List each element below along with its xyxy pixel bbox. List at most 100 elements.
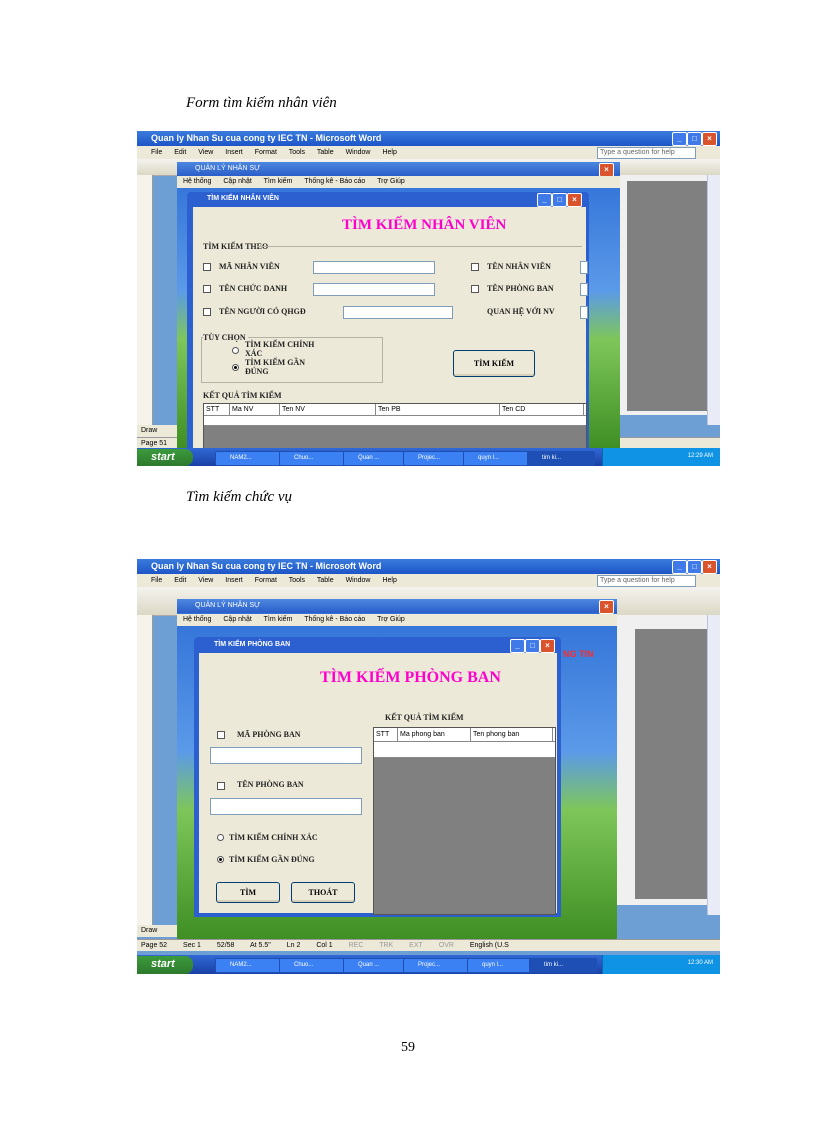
menu-file[interactable]: File (151, 149, 162, 156)
draw-toolbar-label[interactable]: Draw (137, 925, 181, 937)
dialog-minimize-button[interactable]: _ (537, 193, 552, 207)
word-close-button[interactable]: × (702, 560, 717, 574)
app-menu-search[interactable]: Tìm kiếm (264, 616, 293, 623)
taskbar-item[interactable]: Projec... (403, 451, 471, 466)
column-stt[interactable]: STT (204, 404, 230, 415)
label-employee-id: MÃ NHÂN VIÊN (219, 262, 280, 271)
menu-tools[interactable]: Tools (289, 577, 305, 584)
checkbox-department-name[interactable] (217, 782, 225, 790)
column-employee-id[interactable]: Ma NV (230, 404, 280, 415)
taskbar-item[interactable]: Chuo... (279, 451, 347, 466)
dialog-close-button[interactable]: × (540, 639, 555, 653)
search-button[interactable]: TÌM (216, 882, 280, 903)
input-job-title[interactable] (313, 283, 435, 296)
menu-table[interactable]: Table (317, 577, 334, 584)
menu-view[interactable]: View (198, 577, 213, 584)
app-menu-system[interactable]: Hệ thống (183, 178, 211, 185)
menu-help[interactable]: Help (382, 577, 396, 584)
input-department-name[interactable] (580, 283, 588, 296)
radio-exact-search[interactable] (217, 834, 224, 841)
checkbox-department-id[interactable] (217, 731, 225, 739)
taskbar-item[interactable]: quyn l... (463, 451, 531, 466)
dialog-maximize-button[interactable]: □ (552, 193, 567, 207)
column-department-id[interactable]: Ma phong ban (398, 728, 471, 741)
help-search-input[interactable]: Type a question for help (597, 575, 696, 587)
app-menu-search[interactable]: Tìm kiếm (264, 178, 293, 185)
dialog-minimize-button[interactable]: _ (510, 639, 525, 653)
input-department-name[interactable] (210, 798, 362, 815)
taskbar-item[interactable]: quyn l... (467, 958, 535, 973)
status-ovr[interactable]: OVR (439, 942, 454, 949)
menu-window[interactable]: Window (346, 577, 371, 584)
app-menu-update[interactable]: Cập nhật (223, 178, 251, 185)
input-relative-name[interactable] (343, 306, 453, 319)
start-button[interactable]: start (137, 449, 193, 466)
results-grid[interactable]: STT Ma phong ban Ten phong ban (373, 727, 556, 915)
checkbox-department-name[interactable] (471, 285, 479, 293)
taskbar-item[interactable]: Quan ... (343, 958, 411, 973)
status-rec[interactable]: REC (349, 942, 364, 949)
checkbox-employee-id[interactable] (203, 263, 211, 271)
vertical-scrollbar[interactable] (707, 175, 720, 425)
checkbox-job-title[interactable] (203, 285, 211, 293)
menu-help[interactable]: Help (382, 149, 396, 156)
app-menu-report[interactable]: Thống kê - Báo cáo (304, 616, 365, 623)
help-search-input[interactable]: Type a question for help (597, 147, 696, 159)
status-trk[interactable]: TRK (379, 942, 393, 949)
taskbar-item[interactable]: Chuo... (279, 958, 347, 973)
input-relationship[interactable] (580, 306, 588, 319)
word-close-button[interactable]: × (702, 132, 717, 146)
column-employee-name[interactable]: Ten NV (280, 404, 376, 415)
menu-file[interactable]: File (151, 577, 162, 584)
menu-format[interactable]: Format (255, 149, 277, 156)
word-maximize-button[interactable]: □ (687, 560, 702, 574)
checkbox-employee-name[interactable] (471, 263, 479, 271)
taskbar-item[interactable]: NAM2... (215, 451, 283, 466)
app-menu-help[interactable]: Trợ Giúp (377, 616, 405, 623)
input-department-id[interactable] (210, 747, 362, 764)
table-row[interactable] (374, 742, 555, 758)
start-button[interactable]: start (137, 956, 193, 974)
taskbar-item-active[interactable]: tim ki... (529, 958, 597, 973)
menu-insert[interactable]: Insert (225, 577, 243, 584)
input-employee-name[interactable] (580, 261, 588, 274)
app-menu-update[interactable]: Cập nhật (223, 616, 251, 623)
draw-toolbar-label[interactable]: Draw (137, 425, 181, 437)
table-row[interactable] (204, 416, 586, 426)
column-department-name[interactable]: Ten PB (376, 404, 500, 415)
exit-button[interactable]: THOÁT (291, 882, 355, 903)
column-department-name[interactable]: Ten phong ban (471, 728, 553, 741)
mdi-close-button[interactable]: × (599, 163, 614, 177)
word-minimize-button[interactable]: _ (672, 560, 687, 574)
menu-insert[interactable]: Insert (225, 149, 243, 156)
dialog-maximize-button[interactable]: □ (525, 639, 540, 653)
radio-approximate-search[interactable] (232, 364, 239, 371)
menu-format[interactable]: Format (255, 577, 277, 584)
radio-exact-search[interactable] (232, 347, 239, 354)
menu-tools[interactable]: Tools (289, 149, 305, 156)
vertical-scrollbar[interactable] (707, 615, 720, 915)
radio-approximate-search[interactable] (217, 856, 224, 863)
search-button[interactable]: TÌM KIẾM (453, 350, 535, 377)
input-employee-id[interactable] (313, 261, 435, 274)
taskbar-item[interactable]: NAM2... (215, 958, 283, 973)
menu-table[interactable]: Table (317, 149, 334, 156)
taskbar-item[interactable]: Projec... (403, 958, 471, 973)
menu-edit[interactable]: Edit (174, 577, 186, 584)
taskbar-item-active[interactable]: tim ki... (527, 451, 595, 466)
word-maximize-button[interactable]: □ (687, 132, 702, 146)
column-job-title[interactable]: Ten CD (500, 404, 584, 415)
status-ext[interactable]: EXT (409, 942, 423, 949)
menu-view[interactable]: View (198, 149, 213, 156)
app-menu-help[interactable]: Trợ Giúp (377, 178, 405, 185)
checkbox-relative-name[interactable] (203, 308, 211, 316)
app-menu-system[interactable]: Hệ thống (183, 616, 211, 623)
taskbar-item[interactable]: Quan ... (343, 451, 411, 466)
menu-window[interactable]: Window (346, 149, 371, 156)
mdi-close-button[interactable]: × (599, 600, 614, 614)
word-minimize-button[interactable]: _ (672, 132, 687, 146)
column-stt[interactable]: STT (374, 728, 398, 741)
menu-edit[interactable]: Edit (174, 149, 186, 156)
dialog-close-button[interactable]: × (567, 193, 582, 207)
app-menu-report[interactable]: Thống kê - Báo cáo (304, 178, 365, 185)
